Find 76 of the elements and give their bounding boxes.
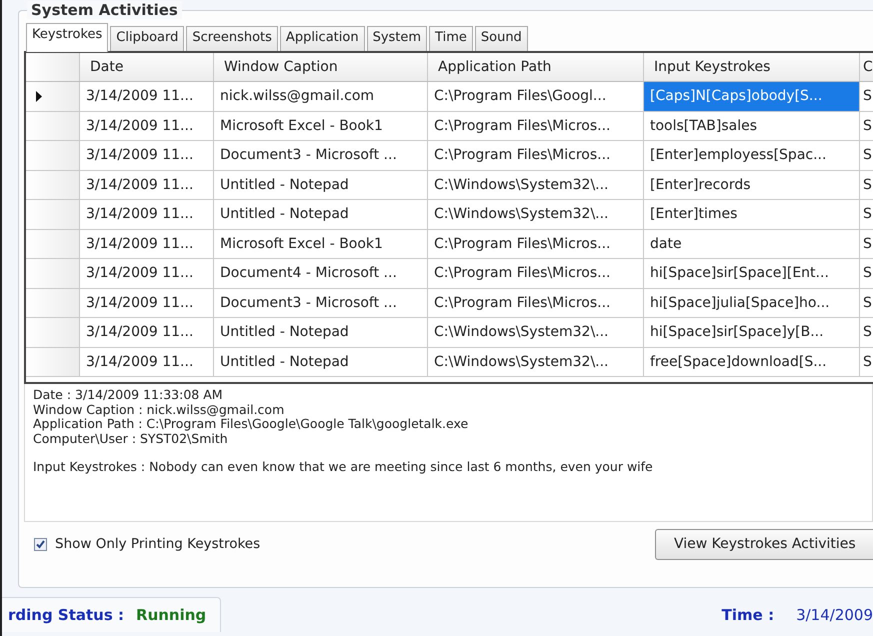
table-cell: C:\Program Files\Micros... — [428, 259, 644, 288]
table-cell: 3/14/2009 11... — [80, 348, 214, 376]
table-cell-text: S — [862, 176, 873, 195]
time-label: Time : — [722, 606, 774, 624]
table-cell: 3/14/2009 11... — [80, 318, 214, 346]
table-cell: C:\Windows\System32\... — [428, 200, 644, 228]
table-cell: 3/14/2009 11... — [80, 82, 214, 110]
table-cell: hi[Space]sir[Space][Ent... — [644, 259, 860, 288]
table-cell: Microsoft Excel - Book1 — [214, 230, 428, 258]
table-cell: 3/14/2009 11... — [80, 259, 214, 288]
table-cell: Untitled - Notepad — [214, 170, 428, 199]
detail-line: Application Path : C:\Program Files\Google\Google Talk\googletalk.exe — [33, 417, 470, 432]
table-cell: [Caps]N[Caps]obody[S... — [644, 82, 860, 110]
keystrokes-text: Input Keystrokes : Nobody can even know that we are meeting since last 6 months, even your wife — [33, 460, 654, 474]
table-cell: Untitled - Notepad — [214, 318, 428, 346]
column-header[interactable]: C — [860, 53, 873, 81]
table-cell: C:\Program Files\Micros... — [428, 230, 644, 258]
table-cell: 3/14/2009 11... — [80, 288, 214, 317]
table-cell: Document3 - Microsoft ... — [214, 288, 428, 317]
table-cell-text: S — [862, 323, 873, 342]
table-cell: nick.wilss@gmail.com — [214, 82, 428, 110]
table-cell: Untitled - Notepad — [214, 200, 428, 228]
table-cell-text: S — [862, 264, 873, 284]
current-row-icon — [36, 90, 42, 102]
detail-line: Computer\User : SYST02\Smith — [33, 432, 228, 446]
view-activities-button[interactable]: View Keystrokes Activities — [655, 528, 873, 560]
table-cell: [Enter]records — [644, 170, 860, 199]
tab[interactable]: Screenshots — [186, 26, 278, 51]
table-cell-text: S — [862, 116, 873, 136]
checkbox-label: Show Only Printing Keystrokes — [55, 536, 260, 552]
column-header[interactable]: Application Path — [428, 53, 644, 81]
table-cell: C:\Program Files\Micros... — [428, 288, 644, 317]
table-cell: 3/14/2009 11... — [80, 200, 214, 228]
table-cell: [Enter]times — [644, 200, 860, 228]
table-cell: Document3 - Microsoft ... — [214, 141, 428, 170]
column-header[interactable]: Input Keystrokes — [644, 53, 860, 81]
table-cell: [Enter]employess[Spac... — [644, 141, 860, 170]
table-cell-text: S — [862, 205, 873, 224]
tab[interactable]: Clipboard — [110, 26, 184, 51]
table-cell: hi[Space]sir[Space]y[B... — [644, 318, 860, 346]
table-cell: C:\Program Files\Micros... — [428, 141, 644, 170]
tab[interactable]: Time — [429, 26, 473, 51]
detail-line: Window Caption : nick.wilss@gmail.com — [33, 402, 286, 417]
status-label: rding Status : — [8, 606, 124, 624]
table-cell: tools[TAB]sales — [644, 112, 860, 140]
table-cell-text: S — [862, 87, 873, 106]
tab[interactable]: Sound — [474, 26, 528, 51]
tab[interactable]: System — [366, 26, 428, 51]
table-cell-text: S — [862, 146, 873, 166]
checkbox[interactable] — [34, 538, 47, 550]
table-cell: Microsoft Excel - Book1 — [214, 112, 428, 140]
detail-line: Date : 3/14/2009 11:33:08 AM — [33, 388, 224, 402]
table-cell: 3/14/2009 11... — [80, 230, 214, 258]
table-cell: 3/14/2009 11... — [80, 141, 214, 170]
table-cell: C:\Windows\System32\... — [428, 348, 644, 376]
tab[interactable]: Keystrokes — [26, 23, 108, 52]
table-cell: hi[Space]julia[Space]ho... — [644, 288, 860, 317]
table-cell: C:\Program Files\Micros... — [428, 112, 644, 140]
group-title: System Activities — [27, 1, 182, 19]
table-cell: Untitled - Notepad — [214, 348, 428, 376]
table-cell: 3/14/2009 11... — [80, 170, 214, 199]
table-cell-text: S — [862, 352, 873, 372]
table-cell: 3/14/2009 11... — [80, 112, 214, 140]
corner-header — [26, 53, 80, 81]
status-value: Running — [136, 606, 206, 624]
table-cell-text: S — [862, 294, 873, 313]
table-cell: date — [644, 230, 860, 258]
column-header[interactable]: Window Caption — [214, 53, 428, 81]
table-cell: Document4 - Microsoft ... — [214, 259, 428, 288]
column-header[interactable]: Date — [80, 53, 214, 81]
table-cell: free[Space]download[S... — [644, 348, 860, 376]
table-cell-text: S — [862, 234, 873, 254]
table-cell: C:\Windows\System32\... — [428, 318, 644, 346]
tab[interactable]: Application — [280, 26, 365, 51]
table-cell: C:\Windows\System32\... — [428, 170, 644, 199]
time-value: 3/14/2009 — [796, 606, 873, 624]
